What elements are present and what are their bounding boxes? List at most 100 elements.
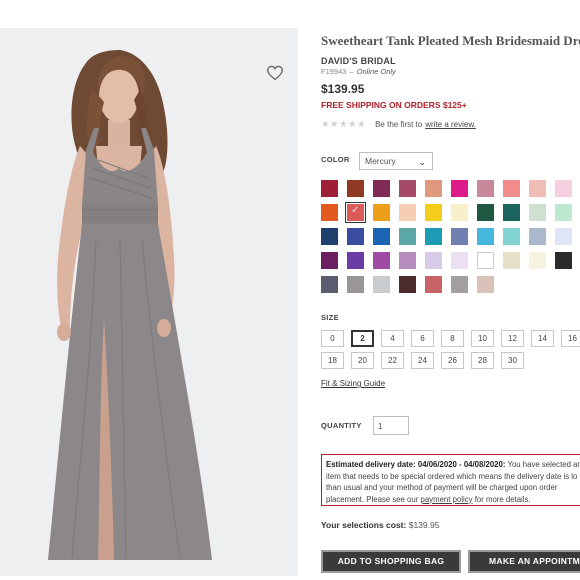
selections-cost: Your selections cost: $139.95 xyxy=(321,520,439,530)
add-to-shopping-bag-button[interactable]: ADD TO SHOPPING BAG xyxy=(321,550,461,573)
selections-cost-label: Your selections cost: xyxy=(321,520,407,530)
color-swatch[interactable] xyxy=(477,180,494,197)
rating-stars: ★★★★★ xyxy=(321,118,367,130)
model-illustration xyxy=(48,50,212,560)
color-swatch[interactable] xyxy=(477,276,494,293)
sku-line: F19943– Online Only xyxy=(321,67,396,76)
quantity-label: QUANTITY xyxy=(321,421,362,430)
color-swatch[interactable] xyxy=(399,252,416,269)
delivery-line-3: than usual and your method of payment wi… xyxy=(326,483,558,492)
color-swatch[interactable] xyxy=(425,252,442,269)
color-swatch[interactable] xyxy=(451,204,468,221)
color-dropdown[interactable]: Mercury ⌄ xyxy=(359,152,433,170)
size-option[interactable]: 14 xyxy=(531,330,554,347)
color-swatch[interactable] xyxy=(321,180,338,197)
size-option[interactable]: 30 xyxy=(501,352,524,369)
color-swatch[interactable] xyxy=(529,204,546,221)
color-swatch[interactable] xyxy=(321,204,338,221)
review-summary: ★★★★★ Be the first to write a review. xyxy=(321,118,476,130)
color-swatch[interactable] xyxy=(373,276,390,293)
product-price: $139.95 xyxy=(321,82,365,96)
color-swatch[interactable] xyxy=(529,252,546,269)
fit-sizing-guide-link[interactable]: Fit & Sizing Guide xyxy=(321,379,385,388)
color-swatch[interactable]: ✓ xyxy=(345,202,366,223)
color-swatch[interactable] xyxy=(425,228,442,245)
sku-number: F19943 xyxy=(321,67,347,76)
color-swatch[interactable] xyxy=(373,252,390,269)
size-option[interactable]: 12 xyxy=(501,330,524,347)
color-swatch[interactable] xyxy=(373,228,390,245)
delivery-notice: Estimated delivery date: 04/06/2020 - 04… xyxy=(321,454,580,506)
selections-cost-value: $139.95 xyxy=(408,520,440,530)
color-swatch[interactable] xyxy=(399,276,416,293)
color-swatch[interactable] xyxy=(529,180,546,197)
delivery-line-2: item that needs to be special ordered wh… xyxy=(326,471,578,481)
color-swatch[interactable] xyxy=(451,180,468,197)
product-title: Sweetheart Tank Pleated Mesh Bridesmaid … xyxy=(321,33,580,48)
size-option[interactable]: 2 xyxy=(351,330,374,347)
color-swatch[interactable] xyxy=(451,252,468,269)
color-swatch[interactable] xyxy=(347,180,364,197)
color-swatch[interactable] xyxy=(425,276,442,293)
color-swatch[interactable] xyxy=(451,276,468,293)
size-label: SIZE xyxy=(321,313,339,322)
make-appointment-button[interactable]: MAKE AN APPOINTMENT xyxy=(468,550,580,573)
color-swatch[interactable] xyxy=(399,180,416,197)
color-swatch-grid: ✓ xyxy=(321,180,580,293)
color-swatch[interactable] xyxy=(477,228,494,245)
color-swatch[interactable] xyxy=(347,276,364,293)
color-swatch[interactable] xyxy=(555,180,572,197)
heart-outline-icon[interactable] xyxy=(266,65,284,81)
color-swatch[interactable] xyxy=(503,228,520,245)
size-option[interactable]: 28 xyxy=(471,352,494,369)
color-swatch[interactable] xyxy=(347,228,364,245)
delivery-line-4: placement. Please see our xyxy=(326,494,419,504)
color-dropdown-value: Mercury xyxy=(365,156,396,166)
color-swatch[interactable] xyxy=(529,228,546,245)
product-image xyxy=(0,28,298,576)
size-option[interactable]: 10 xyxy=(471,330,494,347)
color-swatch[interactable] xyxy=(399,228,416,245)
color-swatch[interactable] xyxy=(555,204,572,221)
size-option[interactable]: 18 xyxy=(321,352,344,369)
checkmark-icon: ✓ xyxy=(351,205,360,216)
color-swatch[interactable] xyxy=(477,252,494,269)
color-swatch[interactable] xyxy=(347,252,364,269)
size-option[interactable]: 8 xyxy=(441,330,464,347)
color-swatch[interactable] xyxy=(321,276,338,293)
color-swatch[interactable] xyxy=(555,228,572,245)
color-swatch[interactable] xyxy=(555,252,572,269)
size-option[interactable]: 20 xyxy=(351,352,374,369)
shipping-promo: FREE SHIPPING ON ORDERS $125+ xyxy=(321,100,467,110)
color-swatch[interactable] xyxy=(503,252,520,269)
write-review-link[interactable]: write a review. xyxy=(425,120,476,129)
size-option[interactable]: 24 xyxy=(411,352,434,369)
size-option[interactable]: 22 xyxy=(381,352,404,369)
color-swatch[interactable] xyxy=(373,180,390,197)
color-swatch[interactable] xyxy=(425,180,442,197)
color-swatch[interactable] xyxy=(373,204,390,221)
color-swatch[interactable] xyxy=(451,228,468,245)
quantity-input[interactable] xyxy=(373,416,409,435)
color-swatch[interactable] xyxy=(425,204,442,221)
color-swatch[interactable] xyxy=(321,252,338,269)
color-swatch[interactable] xyxy=(477,204,494,221)
delivery-heading: Estimated delivery date: 04/06/2020 - 04… xyxy=(326,460,506,469)
payment-policy-link[interactable]: payment policy xyxy=(421,495,473,504)
color-swatch[interactable] xyxy=(503,180,520,197)
size-option[interactable]: 0 xyxy=(321,330,344,347)
delivery-line-4-end: for more details. xyxy=(474,494,531,504)
size-option[interactable]: 6 xyxy=(411,330,434,347)
color-swatch[interactable] xyxy=(321,228,338,245)
size-option[interactable]: 4 xyxy=(381,330,404,347)
color-swatch[interactable] xyxy=(399,204,416,221)
size-option[interactable]: 16 xyxy=(561,330,580,347)
delivery-line-1: You have selected an xyxy=(507,460,580,469)
brand-name[interactable]: DAVID'S BRIDAL xyxy=(321,56,396,66)
size-option[interactable]: 26 xyxy=(441,352,464,369)
size-options: 0 2 4 6 8 10 12 14 16 18 20 22 24 26 28 30 xyxy=(321,330,580,370)
product-details-panel: Sweetheart Tank Pleated Mesh Bridesmaid … xyxy=(321,0,580,580)
color-swatch[interactable] xyxy=(503,204,520,221)
chevron-down-icon: ⌄ xyxy=(418,157,426,167)
review-prompt: Be the first to xyxy=(375,119,423,129)
